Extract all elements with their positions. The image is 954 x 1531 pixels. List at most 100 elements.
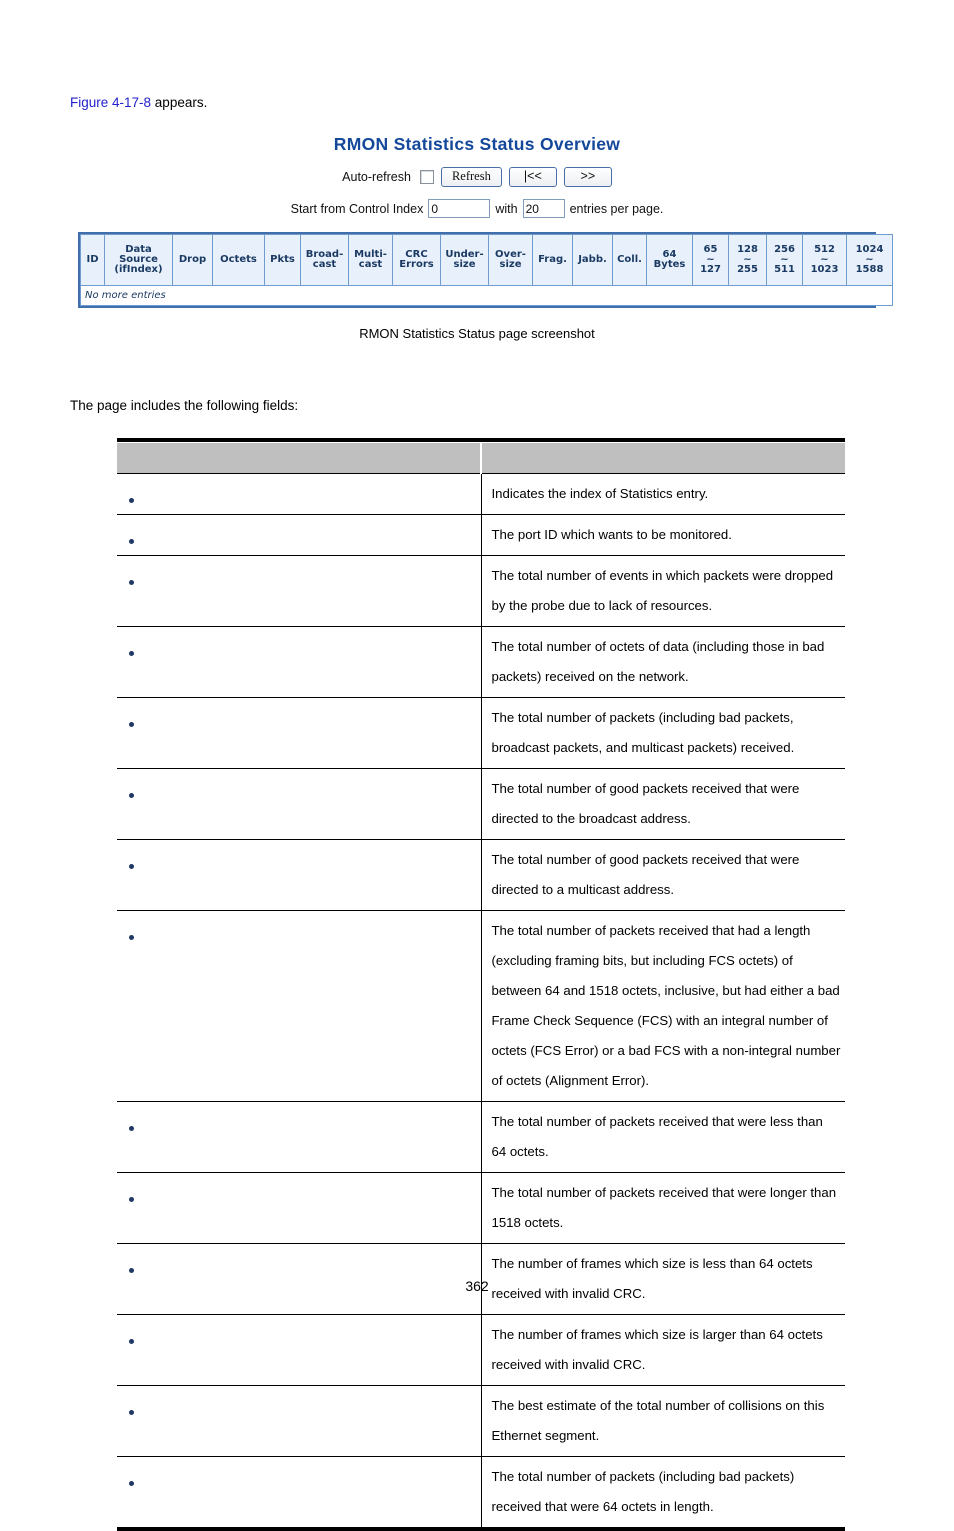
bullet-icon [129,793,134,799]
field-description-table: Indicates the index of Statistics entry.… [117,438,845,1531]
table-row: The number of frames which size is large… [117,1314,845,1386]
field-name-cell [117,1172,482,1244]
column-crc-errors: CRC Errors [392,234,441,286]
table-row: The total number of packets received tha… [117,1172,845,1244]
column-128-255: 128 ~ 255 [728,234,767,286]
field-name-cell [117,697,482,769]
figure-caption: RMON Statistics Status page screenshot [359,326,595,341]
table-bottom-rule [117,1527,845,1531]
pagination-controls: Start from Control Index with entries pe… [78,199,876,218]
field-description-cell: Indicates the index of Statistics entry. [481,473,845,515]
start-control-index-input[interactable] [428,199,491,218]
field-name-cell [117,1385,482,1457]
bullet-icon [129,651,134,657]
column-coll: Coll. [612,234,647,286]
bullet-icon [129,498,134,504]
field-description-cell: The port ID which wants to be monitored. [481,514,845,556]
page-number: 362 [465,1278,489,1294]
column-65-127: 65 ~ 127 [692,234,729,286]
field-name-cell [117,473,482,515]
column-1024-1588: 1024 ~ 1588 [846,234,893,286]
rmon-table-header-row: ID Data Source (ifIndex) Drop Octets Pkt [80,234,893,286]
field-name-cell [117,768,482,840]
bullet-icon [129,722,134,728]
no-more-entries-message: No more entries [80,285,893,306]
entries-per-page-input[interactable] [522,199,565,218]
field-description-cell: The best estimate of the total number of… [481,1385,845,1457]
bullet-icon [129,580,134,586]
field-description-cell: The total number of packets (including b… [481,697,845,769]
with-label: with [495,201,518,216]
rmon-table-empty-row: No more entries [80,285,893,306]
field-name-cell [117,1314,482,1386]
column-pkts: Pkts [264,234,301,286]
table-row: The total number of events in which pack… [117,555,845,627]
table-row: The total number of packets (including b… [117,1456,845,1527]
bullet-icon [129,539,134,545]
field-header-object [117,442,482,474]
field-name-cell [117,514,482,556]
column-octets: Octets [212,234,265,286]
column-jabb: Jabb. [572,234,613,286]
fields-leadin-text: The page includes the following fields: [70,398,299,413]
field-name-cell [117,1101,482,1173]
auto-refresh-label: Auto-refresh [342,170,411,184]
table-row: The total number of good packets receive… [117,839,845,911]
table-row: The total number of good packets receive… [117,768,845,840]
column-undersize: Under- size [440,234,489,286]
column-512-1023: 512 ~ 1023 [802,234,847,286]
table-row: The best estimate of the total number of… [117,1385,845,1457]
field-description-cell: The total number of octets of data (incl… [481,626,845,698]
column-drop: Drop [172,234,213,286]
bullet-icon [129,935,134,941]
bullet-icon [129,1126,134,1132]
field-description-cell: The total number of good packets receive… [481,839,845,911]
column-broadcast: Broad- cast [300,234,349,286]
field-description-cell: The total number of events in which pack… [481,555,845,627]
column-oversize: Over- size [488,234,533,286]
column-multicast: Multi- cast [348,234,393,286]
column-frag: Frag. [532,234,573,286]
figure-reference-link[interactable]: Figure 4-17-8 [70,95,151,110]
column-256-511: 256 ~ 511 [766,234,803,286]
table-row: The total number of packets (including b… [117,697,845,769]
field-header-description [481,442,845,474]
bullet-icon [129,1410,134,1416]
field-description-cell: The total number of packets received tha… [481,910,845,1102]
bullet-icon [129,864,134,870]
bullet-icon [129,1339,134,1345]
entries-per-page-label: entries per page. [569,201,664,216]
table-row: The total number of packets received tha… [117,1101,845,1173]
table-row: Indicates the index of Statistics entry. [117,473,845,515]
field-name-cell [117,1456,482,1527]
bullet-icon [129,1481,134,1487]
field-name-cell [117,555,482,627]
column-data-source: Data Source (ifIndex) [104,234,173,286]
figure-reference-line: Figure 4-17-8 appears. [70,95,207,110]
bullet-icon [129,1197,134,1203]
field-description-cell: The number of frames which size is large… [481,1314,845,1386]
field-description-cell: The total number of packets received tha… [481,1172,845,1244]
auto-refresh-checkbox[interactable] [419,170,434,184]
page-title: RMON Statistics Status Overview [333,134,621,154]
field-description-cell: The total number of packets received tha… [481,1101,845,1173]
refresh-button[interactable]: Refresh [440,167,502,187]
toolbar: Auto-refresh Refresh |<< >> [78,167,876,187]
column-64-bytes: 64 Bytes [646,234,693,286]
rmon-statistics-table: ID Data Source (ifIndex) Drop Octets Pkt [80,234,893,306]
field-name-cell [117,839,482,911]
field-name-cell [117,626,482,698]
table-row: The port ID which wants to be monitored. [117,514,845,556]
first-page-button[interactable]: |<< [508,167,557,187]
column-id: ID [80,234,105,286]
bullet-icon [129,1268,134,1274]
rmon-statistics-table-wrapper: ID Data Source (ifIndex) Drop Octets Pkt [78,232,893,308]
figure-reference-suffix: appears. [151,95,208,110]
field-table-header-row [117,442,845,474]
field-name-cell [117,910,482,1102]
table-row: The total number of octets of data (incl… [117,626,845,698]
field-description-cell: The total number of good packets receive… [481,768,845,840]
rmon-statistics-screenshot: RMON Statistics Status Overview Auto-ref… [78,128,893,308]
table-row: The total number of packets received tha… [117,910,845,1102]
next-page-button[interactable]: >> [563,167,612,187]
